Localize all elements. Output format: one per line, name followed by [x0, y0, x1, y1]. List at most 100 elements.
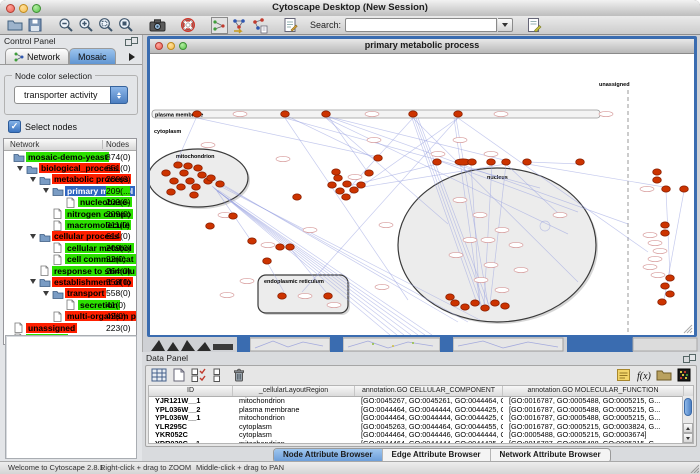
help-icon[interactable]: [179, 17, 197, 34]
annotation-icon[interactable]: [281, 17, 299, 34]
network-node[interactable]: [281, 111, 290, 117]
tree-row[interactable]: metabolic process280(0): [4, 174, 136, 185]
network-node-label[interactable]: [474, 277, 488, 282]
scroll-up-icon[interactable]: [683, 423, 693, 433]
network-node-label[interactable]: [463, 237, 477, 242]
table-row[interactable]: YKR052Ccytoplasm[GO:0044464, GO:0044446,…: [149, 431, 693, 440]
network-node[interactable]: [186, 178, 195, 184]
network-node[interactable]: [162, 170, 171, 176]
network-node-label[interactable]: [365, 111, 379, 116]
search-box[interactable]: [345, 18, 513, 32]
network-node-label[interactable]: [449, 252, 463, 257]
matrix-icon[interactable]: [675, 368, 692, 383]
network-node-label[interactable]: [453, 197, 467, 202]
network-node-label[interactable]: [640, 186, 654, 191]
network-node[interactable]: [206, 223, 215, 229]
float-panel-icon[interactable]: [125, 37, 138, 46]
network-node-label[interactable]: [453, 137, 467, 142]
network-node[interactable]: [170, 178, 179, 184]
search-input[interactable]: [345, 18, 497, 32]
network-node-label[interactable]: [375, 284, 389, 289]
network-node-label[interactable]: [553, 212, 567, 217]
network-node[interactable]: [576, 159, 585, 165]
network-node[interactable]: [216, 181, 225, 187]
tree-col-nodes[interactable]: Nodes: [106, 139, 129, 150]
node-color-dropdown[interactable]: transporter activity: [14, 86, 128, 104]
tree-expand-icon[interactable]: [43, 289, 52, 298]
network-node[interactable]: [446, 294, 455, 300]
search-dropdown-icon[interactable]: [498, 18, 513, 32]
network-node-label[interactable]: [303, 227, 317, 232]
network-node[interactable]: [433, 159, 442, 165]
network-node-label[interactable]: [599, 111, 613, 116]
table-column-header[interactable]: ID: [149, 386, 233, 396]
network-node[interactable]: [661, 230, 670, 236]
network-node[interactable]: [207, 175, 216, 181]
tab-network[interactable]: Network: [5, 48, 69, 64]
network-node-label[interactable]: [298, 293, 312, 298]
tree-row-label[interactable]: unassigned: [26, 323, 77, 333]
network-node-label[interactable]: [494, 111, 508, 116]
dropdown-stepper-icon[interactable]: [110, 86, 128, 104]
network-node-label[interactable]: [473, 212, 487, 217]
network-node[interactable]: [177, 184, 186, 190]
scroll-down-icon[interactable]: [683, 433, 693, 443]
zoom-selected-icon[interactable]: [117, 17, 135, 34]
network-node[interactable]: [263, 258, 272, 264]
tree-row[interactable]: biological_process651(0): [4, 162, 136, 173]
new-network-from-selection-icon[interactable]: [250, 17, 268, 34]
tree-row[interactable]: nitrogen compo209(0): [4, 208, 136, 219]
tree-expand-icon[interactable]: [43, 186, 52, 195]
network-node[interactable]: [184, 163, 193, 169]
frame-close-icon[interactable]: [155, 42, 163, 50]
network-node[interactable]: [324, 293, 333, 299]
network-node[interactable]: [461, 304, 470, 310]
network-node[interactable]: [662, 186, 671, 192]
network-node-label[interactable]: [431, 151, 445, 156]
zoom-fit-icon[interactable]: [97, 17, 115, 34]
open-icon[interactable]: [6, 17, 24, 34]
network-node[interactable]: [374, 155, 383, 161]
table-scrollbar[interactable]: [682, 396, 693, 443]
network-node-label[interactable]: [348, 174, 362, 179]
resize-grip-icon[interactable]: [689, 463, 699, 473]
network-node-label[interactable]: [220, 292, 234, 297]
network-node[interactable]: [661, 283, 670, 289]
network-node[interactable]: [322, 111, 331, 117]
network-node[interactable]: [229, 213, 238, 219]
network-node-label[interactable]: [643, 232, 657, 237]
network-node-label[interactable]: [484, 151, 498, 156]
delete-attribute-icon[interactable]: [230, 368, 247, 383]
tree-row[interactable]: transport558(0): [4, 288, 136, 299]
tree-row[interactable]: primary metabol209(...: [4, 185, 136, 196]
table-row[interactable]: YPL036W__1mitochondrion[GO:0044464, GO:0…: [149, 414, 693, 423]
tree-row[interactable]: response to stimulu264(0): [4, 265, 136, 276]
table-column-header[interactable]: annotation.GO MOLECULAR_FUNCTION: [503, 386, 684, 396]
network-node[interactable]: [491, 300, 500, 306]
tree-expand-icon[interactable]: [30, 232, 39, 241]
network-node[interactable]: [680, 186, 689, 192]
network-node[interactable]: [365, 170, 374, 176]
network-node-label[interactable]: [648, 240, 662, 245]
network-node[interactable]: [194, 165, 203, 171]
network-node[interactable]: [193, 111, 202, 117]
table-row[interactable]: YLR295Ccytoplasm[GO:0045263, GO:0044464,…: [149, 423, 693, 432]
unselect-attributes-icon[interactable]: [210, 368, 227, 383]
network-node-label[interactable]: [261, 242, 275, 247]
zoom-out-icon[interactable]: [57, 17, 75, 34]
network-node-label[interactable]: [240, 278, 254, 283]
tree-row-label[interactable]: mosaic-demo-yeast: [26, 152, 109, 162]
network-node[interactable]: [190, 192, 199, 198]
tree-row[interactable]: cellular process614(0): [4, 231, 136, 242]
network-node[interactable]: [666, 275, 675, 281]
network-node-label[interactable]: [481, 237, 495, 242]
network-window-titlebar[interactable]: primary metabolic process: [150, 39, 694, 54]
close-icon[interactable]: [6, 4, 15, 13]
network-node-label[interactable]: [276, 156, 290, 161]
network-node[interactable]: [523, 159, 532, 165]
network-node[interactable]: [286, 244, 295, 250]
network-node-label[interactable]: [651, 272, 665, 277]
tab-mosaic[interactable]: Mosaic: [69, 48, 116, 64]
network-node-label[interactable]: [495, 287, 509, 292]
network-node[interactable]: [293, 194, 302, 200]
